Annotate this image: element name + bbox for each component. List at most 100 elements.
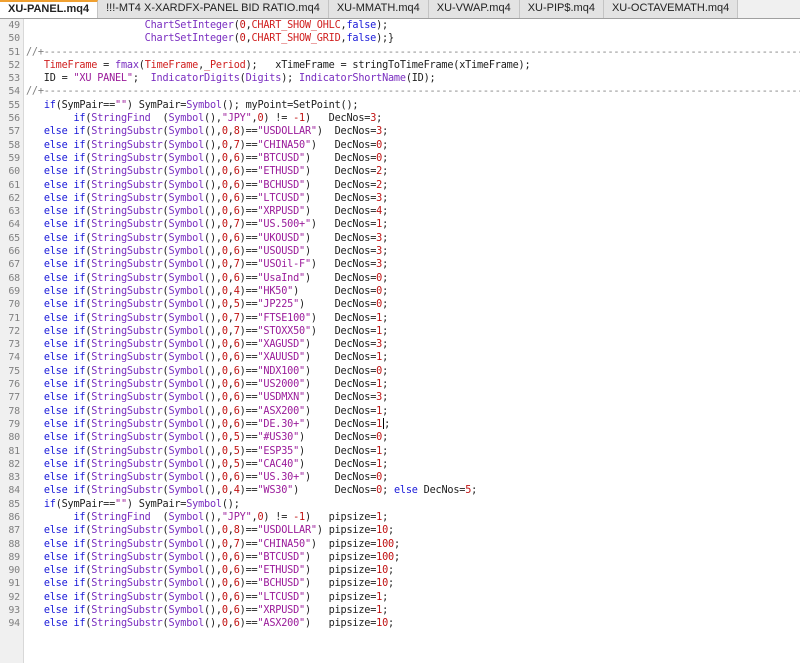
code-token: Digits: [245, 73, 282, 85]
line-number: 50: [8, 33, 20, 45]
code-editor[interactable]: 49 ChartSetInteger(0,CHART_SHOW_OHLC,fal…: [0, 19, 800, 663]
code-token: (),: [204, 325, 222, 337]
code-token: )==: [239, 299, 258, 311]
code-token: Symbol: [168, 299, 205, 311]
code-token: 100: [376, 538, 394, 550]
file-tab-2[interactable]: XU-MMATH.mq4: [328, 0, 429, 18]
code-line: 92 else if(StringSubstr(Symbol(),0,6)=="…: [0, 591, 800, 604]
code-line: 49 ChartSetInteger(0,CHART_SHOW_OHLC,fal…: [0, 19, 800, 32]
code-token: else if: [43, 445, 86, 457]
code-line: 55 if(SymPair=="") SymPair=Symbol(); myP…: [0, 99, 800, 112]
code-token: ) pipsize=: [304, 511, 377, 523]
code-token: Symbol: [168, 232, 205, 244]
code-token: ChartSetInteger: [144, 33, 234, 45]
code-token: Symbol: [168, 565, 205, 577]
code-token: (),: [204, 565, 222, 577]
code-token: ) DecNos=: [310, 219, 377, 231]
code-token: (),: [204, 152, 222, 164]
code-token: StringSubstr: [91, 618, 163, 630]
code-line: 54 //+-----------------------------------…: [0, 85, 800, 98]
code-text: ID = "XU PANEL"; IndicatorDigits(Digits)…: [26, 72, 436, 85]
code-token: ) DecNos=: [310, 139, 377, 151]
code-token: Symbol: [168, 538, 205, 550]
code-token: (ID);: [405, 73, 436, 85]
code-token: Symbol: [168, 339, 205, 351]
code-token: else if: [43, 259, 86, 271]
code-token: else if: [43, 365, 86, 377]
code-token: (),: [204, 365, 222, 377]
code-token: 10: [376, 525, 389, 537]
code-token: "": [115, 99, 127, 111]
code-token: ;: [382, 152, 389, 164]
code-token: ;: [382, 246, 389, 258]
code-token: )==: [239, 232, 258, 244]
code-token: ;: [382, 259, 389, 271]
code-token: (),: [204, 246, 222, 258]
code-token: Symbol: [168, 485, 205, 497]
line-number: 56: [8, 113, 20, 125]
code-line: 73 else if(StringSubstr(Symbol(),0,6)=="…: [0, 338, 800, 351]
code-token: else if: [43, 192, 86, 204]
code-token: Symbol: [168, 392, 205, 404]
file-tab-3[interactable]: XU-VWAP.mq4: [428, 0, 520, 18]
code-token: else if: [43, 538, 86, 550]
code-token: )==: [239, 365, 258, 377]
code-text: else if(StringSubstr(Symbol(),0,6)=="USD…: [26, 391, 388, 404]
line-number: 74: [8, 352, 20, 364]
code-line: 70 else if(StringSubstr(Symbol(),0,5)=="…: [0, 298, 800, 311]
code-token: Symbol: [168, 365, 205, 377]
code-token: ;: [382, 485, 394, 497]
code-token: (: [150, 113, 169, 125]
file-tab-4[interactable]: XU-PIP$.mq4: [519, 0, 604, 18]
code-token: ) DecNos=: [293, 285, 377, 297]
code-line: 76 else if(StringSubstr(Symbol(),0,6)=="…: [0, 378, 800, 391]
code-token: Symbol: [168, 551, 205, 563]
line-number: 51: [8, 46, 20, 58]
code-token: Symbol: [168, 418, 205, 430]
code-token: (),: [204, 259, 222, 271]
file-tab-0[interactable]: XU-PANEL.mq4: [0, 0, 99, 18]
code-token: Symbol: [168, 445, 205, 457]
code-token: -1: [293, 511, 305, 523]
code-token: StringSubstr: [91, 352, 163, 364]
code-token: "ESP35": [257, 445, 300, 457]
code-token: );}: [376, 33, 394, 45]
code-token: (),: [204, 392, 222, 404]
code-line: 74 else if(StringSubstr(Symbol(),0,6)=="…: [0, 351, 800, 364]
code-token: -1: [293, 113, 305, 125]
line-number: 71: [8, 312, 20, 324]
code-token: "": [115, 498, 127, 510]
file-tab-5[interactable]: XU-OCTAVEMATH.mq4: [603, 0, 739, 18]
code-token: Symbol: [168, 618, 205, 630]
code-token: ;: [382, 352, 389, 364]
code-token: ) pipsize=: [304, 605, 377, 617]
code-token: else if: [43, 352, 86, 364]
code-token: StringSubstr: [91, 285, 163, 297]
file-tab-1[interactable]: !!!-MT4 X-XARDFX-PANEL BID RATIO.mq4: [98, 0, 329, 18]
code-token: "USOUSD": [257, 246, 305, 258]
code-token: )==: [239, 392, 258, 404]
code-token: Symbol: [168, 179, 205, 191]
code-token: ;: [388, 565, 394, 577]
code-token: Symbol: [168, 525, 205, 537]
code-token: "DE.30+": [257, 418, 305, 430]
line-number: 72: [8, 325, 20, 337]
code-token: Symbol: [168, 152, 205, 164]
code-token: "USDMXN": [257, 392, 305, 404]
code-token: ) pipsize=: [304, 591, 377, 603]
